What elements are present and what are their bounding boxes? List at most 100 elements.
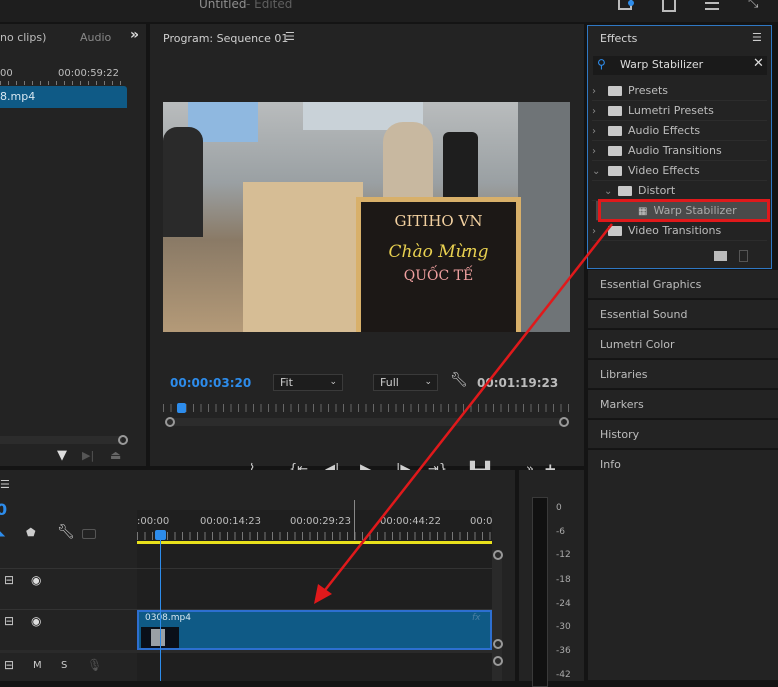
video-frame: GITIHO VN Chào Mừng QUỐC TẾ [163, 102, 570, 332]
scroll-handle-left[interactable] [165, 417, 175, 427]
timeline-playhead[interactable] [155, 530, 166, 540]
tree-item-audio-transitions[interactable]: › Audio Transitions [592, 141, 767, 161]
meter-label: -12 [556, 550, 571, 560]
snap-icon[interactable]: ◣ [0, 524, 5, 538]
panel-markers[interactable]: Markers [588, 390, 778, 419]
ruler-label: 00:0 [470, 516, 493, 527]
scroll-handle[interactable] [493, 656, 503, 666]
sign-text-3: QUỐC TẾ [403, 268, 474, 284]
tab-audio[interactable]: Audio [80, 31, 111, 44]
timeline-menu-icon[interactable]: ☰ [0, 478, 10, 491]
panel-lumetri-color[interactable]: Lumetri Color [588, 330, 778, 359]
meter-label: 0 [556, 503, 562, 513]
tab-project-clips[interactable]: no clips) [0, 31, 46, 44]
current-timecode[interactable]: 00:00:03:20 [170, 376, 251, 390]
wrench-icon[interactable]: 🔧︎ [57, 524, 75, 540]
microphone-icon[interactable]: 🎙︎ [87, 658, 102, 672]
scroll-handle[interactable] [493, 550, 503, 560]
zoom-level-select[interactable]: Fit ⌄ [273, 374, 343, 391]
folder-icon [618, 186, 632, 196]
chevron-right-icon: › [592, 146, 596, 157]
menu-icon[interactable] [705, 2, 719, 10]
playhead[interactable] [177, 403, 186, 413]
playhead-line [160, 540, 161, 681]
program-menu-icon[interactable]: ☰ [285, 30, 295, 43]
sign-text: GITIHO VN [394, 212, 483, 230]
wrench-icon[interactable]: 🔧︎ [450, 372, 468, 388]
ruler-ticks [0, 81, 127, 85]
insert-icon[interactable]: ▶| [82, 449, 94, 462]
tree-item-video-effects[interactable]: ⌄ Video Effects [592, 161, 767, 181]
effects-title[interactable]: Effects [600, 32, 637, 45]
track-divider [0, 650, 492, 653]
tree-item-distort[interactable]: ⌄ Distort [592, 181, 767, 201]
chevron-right-icon: › [592, 106, 596, 117]
tree-item-audio-effects[interactable]: › Audio Effects [592, 121, 767, 141]
panel-essential-sound[interactable]: Essential Sound [588, 300, 778, 329]
fullscreen-icon[interactable]: ⤡ [748, 0, 758, 11]
effects-menu-icon[interactable]: ☰ [752, 31, 762, 44]
toggle-sync-lock-icon[interactable]: ⊟ [4, 614, 14, 628]
panel-essential-graphics[interactable]: Essential Graphics [588, 270, 778, 299]
tree-item-lumetri-presets[interactable]: › Lumetri Presets [592, 101, 767, 121]
resolution-select[interactable]: Full ⌄ [373, 374, 438, 391]
program-title[interactable]: Program: Sequence 01 [163, 32, 288, 45]
solo-button[interactable]: S [61, 660, 67, 671]
chevron-right-icon: › [592, 126, 596, 137]
share-icon[interactable] [662, 0, 676, 12]
source-clip[interactable]: 8.mp4 [0, 86, 127, 108]
chevron-right-icon: › [592, 226, 596, 237]
meter-label: -24 [556, 599, 571, 609]
panel-libraries[interactable]: Libraries [588, 360, 778, 389]
preset-folder-icon [608, 106, 622, 116]
timeline-clip[interactable]: 0308.mp4 fx [137, 610, 492, 650]
meter-label: -36 [556, 646, 571, 656]
panel-history[interactable]: History [588, 420, 778, 449]
eye-icon[interactable]: ◉ [31, 614, 41, 628]
effects-panel: Effects ☰ ⚲ Warp Stabilizer ✕ › Presets ›… [587, 25, 772, 269]
marker-icon[interactable]: ⬟ [26, 526, 36, 539]
timeline-panel: ☰ 0 ◣ ⬟ 🔧︎ :00:00 00:00:14:23 00:00:29:2… [0, 470, 515, 681]
tree-item-label: Video Effects [628, 164, 700, 177]
ruler-end: 00:00:59:22 [58, 68, 120, 79]
chevron-down-icon: ⌄ [424, 377, 432, 387]
meter-label: -18 [556, 575, 571, 585]
clear-search-icon[interactable]: ✕ [753, 56, 764, 71]
desk [243, 182, 363, 332]
captions-icon[interactable] [82, 529, 96, 539]
scroll-handle-right[interactable] [559, 417, 569, 427]
track-divider [0, 568, 492, 569]
resolution-value: Full [380, 376, 399, 389]
timeline-timecode[interactable]: 0 [0, 500, 7, 519]
eye-icon[interactable]: ◉ [31, 573, 41, 587]
filter-icon[interactable]: ▼ [57, 448, 67, 463]
trash-icon[interactable] [739, 250, 748, 262]
export-icon[interactable]: ⏏ [110, 448, 121, 462]
preset-folder-icon [608, 86, 622, 96]
tree-item-video-transitions[interactable]: › Video Transitions [592, 221, 767, 241]
more-panels-button[interactable]: » [130, 27, 139, 43]
person [383, 122, 433, 202]
work-area-bar[interactable] [137, 541, 492, 544]
folder-icon [608, 166, 622, 176]
toggle-sync-lock-icon[interactable]: ⊟ [4, 573, 14, 587]
source-scrollbar[interactable] [0, 436, 122, 444]
toggle-sync-lock-icon[interactable]: ⊟ [4, 658, 14, 672]
back-wall [518, 102, 570, 332]
meter-label: -42 [556, 670, 571, 680]
mute-button[interactable]: M [33, 660, 42, 671]
zoom-scrollbar[interactable] [167, 418, 563, 426]
scroll-handle[interactable] [118, 435, 128, 445]
chair [443, 132, 478, 202]
highlight-box [598, 199, 770, 222]
panel-info[interactable]: Info [588, 450, 778, 681]
scroll-handle[interactable] [493, 639, 503, 649]
new-bin-icon[interactable] [714, 251, 727, 261]
timeline-ruler-ticks [137, 532, 492, 540]
search-input[interactable]: Warp Stabilizer [620, 58, 703, 71]
folder-icon [608, 146, 622, 156]
effects-search[interactable]: ⚲ Warp Stabilizer ✕ [593, 56, 767, 75]
tree-item-presets[interactable]: › Presets [592, 81, 767, 101]
chevron-right-icon: › [592, 86, 596, 97]
folder-icon [608, 126, 622, 136]
